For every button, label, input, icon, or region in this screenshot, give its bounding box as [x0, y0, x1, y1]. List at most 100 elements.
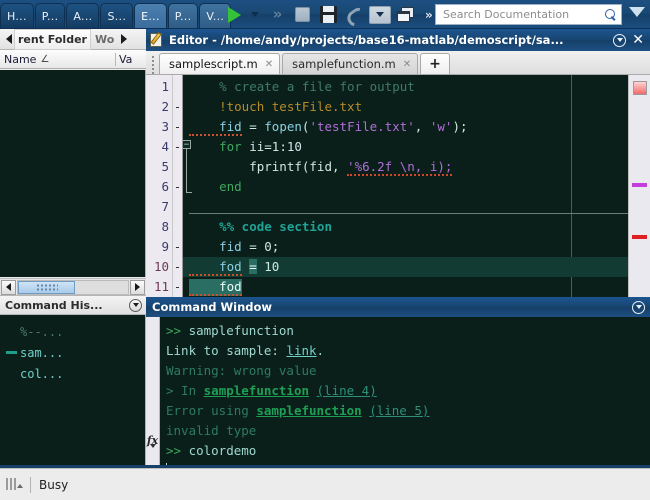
command-window-token[interactable]: link [286, 343, 316, 358]
code-line[interactable]: end [183, 177, 628, 197]
command-window-options-button[interactable] [632, 300, 645, 314]
command-history-item[interactable]: %--... [0, 321, 145, 342]
toolstrip-tab-3[interactable]: S... [100, 3, 134, 28]
breakpoint-slot[interactable]: - [173, 117, 182, 137]
code-line[interactable]: fod [183, 277, 628, 297]
code-line[interactable]: for ii=1:10 [183, 137, 628, 157]
breakpoint-slot[interactable]: - [173, 137, 182, 157]
layout-button[interactable] [393, 2, 419, 28]
editor-close-button[interactable]: ✕ [632, 33, 644, 47]
column-header-value[interactable]: Va [116, 53, 146, 66]
current-folder-file-list[interactable] [0, 70, 146, 277]
code-line[interactable]: %% code section [183, 217, 628, 237]
command-window-token: Warning: wrong value [166, 363, 317, 378]
code-line-current[interactable]: fod = 10 [183, 257, 628, 277]
toolstrip-overflow-button[interactable]: » [425, 8, 433, 22]
toolstrip-tab-5[interactable]: P... [167, 3, 199, 28]
editor-tab-1[interactable]: samplefunction.m ✕ [282, 53, 419, 74]
command-window-token[interactable]: samplefunction [204, 383, 309, 398]
line-number: 9 [161, 239, 169, 254]
command-window-token: Error using [166, 403, 257, 418]
code-line[interactable]: % create a file for output [183, 77, 628, 97]
code-analyzer-tick[interactable] [632, 183, 647, 187]
hscroll-track[interactable] [17, 279, 129, 295]
breakpoint-slot[interactable] [173, 217, 182, 237]
toolstrip-collapse-icon[interactable] [629, 7, 645, 17]
code-line[interactable]: fprintf(fid, '%6.2f \n, i); [183, 157, 628, 177]
advance-button[interactable]: » [263, 2, 289, 28]
search-documentation-box[interactable] [435, 4, 622, 25]
current-folder-hscrollbar[interactable] [0, 278, 146, 295]
editor-tab-bar: samplescript.m ✕ samplefunction.m ✕ + [146, 51, 650, 75]
breakpoint-slot[interactable]: - [173, 97, 182, 117]
command-window-output[interactable]: >> samplefunction Link to sample: link. Wa… [160, 317, 650, 477]
breakpoint-slot[interactable] [173, 197, 182, 217]
status-grip-icon[interactable] [6, 477, 23, 493]
save-button[interactable] [315, 2, 341, 28]
command-history-options-button[interactable] [129, 298, 142, 312]
stop-button[interactable] [289, 2, 315, 28]
caret-down-icon [376, 12, 384, 17]
function-browser-button[interactable]: fx [146, 429, 159, 451]
status-text: Busy [39, 477, 69, 492]
breakpoint-slot[interactable] [173, 77, 182, 97]
breakpoint-slot[interactable]: - [173, 277, 182, 297]
command-window-token[interactable]: samplefunction [256, 403, 361, 418]
tab-current-folder[interactable]: rent Folder [14, 28, 91, 50]
editor-tab-label: samplefunction.m [292, 57, 396, 71]
hscroll-left-button[interactable] [1, 279, 16, 295]
command-history-list[interactable]: %--... sam... col... [0, 315, 146, 468]
editor-new-tab-button[interactable]: + [420, 53, 450, 74]
command-history-text: %--... [20, 324, 64, 339]
search-input[interactable] [443, 8, 605, 21]
editor-breakpoint-column[interactable]: ------- [173, 75, 183, 297]
editor-code-area[interactable]: % create a file for output !touch testFi… [183, 75, 628, 297]
options-dropdown-button[interactable] [367, 2, 393, 28]
command-window-line: Link to sample: link. [166, 341, 650, 361]
toolstrip-tab-2[interactable]: A... [66, 3, 100, 28]
run-button[interactable] [221, 2, 247, 28]
command-window-token [309, 383, 317, 398]
breakpoint-slot[interactable]: - [173, 237, 182, 257]
hscroll-thumb[interactable] [18, 280, 76, 294]
undo-button[interactable] [341, 2, 367, 28]
breakpoint-slot[interactable]: - [173, 177, 182, 197]
code-line[interactable]: !touch testFile.txt [183, 97, 628, 117]
command-history-item[interactable]: sam... [0, 342, 145, 363]
code-analyzer-strip[interactable] [628, 75, 650, 347]
editor-tab-close-icon[interactable]: ✕ [403, 59, 411, 70]
fold-collapse-icon[interactable]: − [183, 140, 191, 149]
editor-tab-drag-handle[interactable] [149, 56, 157, 74]
tab-workspace[interactable]: Wo [91, 29, 118, 50]
command-window-line: >> samplefunction [166, 321, 650, 341]
editor-tab-0[interactable]: samplescript.m ✕ [159, 53, 281, 74]
code-fold-control[interactable]: − [183, 135, 197, 201]
panel-scroll-left-button[interactable] [3, 29, 14, 49]
undo-arrow-icon [346, 7, 363, 22]
command-history-item[interactable]: col... [0, 363, 145, 384]
toolstrip-tab-0[interactable]: H... [0, 3, 34, 28]
column-header-name[interactable]: Name ∠ [0, 52, 116, 66]
hscroll-right-button[interactable] [130, 279, 145, 295]
editor-options-button[interactable] [613, 33, 627, 47]
code-analyzer-summary-indicator[interactable] [633, 81, 647, 95]
breakpoint-slot[interactable]: - [173, 257, 182, 277]
breakpoint-slot[interactable] [173, 157, 182, 177]
editor-titlebar: Editor - /home/andy/projects/base16-matl… [146, 29, 650, 51]
code-line[interactable] [183, 197, 628, 217]
column-value-label: Va [119, 52, 133, 66]
code-line[interactable]: fid = fopen('testFile.txt', 'w'); [183, 117, 628, 137]
command-window-token: >> [166, 443, 189, 458]
panel-scroll-right-button[interactable] [118, 29, 129, 49]
current-folder-body [0, 70, 146, 295]
command-window-token[interactable]: (line 4) [317, 383, 377, 398]
code-analyzer-tick[interactable] [632, 235, 647, 239]
editor-tab-close-icon[interactable]: ✕ [265, 59, 273, 70]
run-dropdown-button[interactable] [247, 2, 263, 28]
current-folder-label: rent Folder [18, 32, 87, 46]
toolstrip-tab-1[interactable]: P... [34, 3, 66, 28]
command-window-token[interactable]: (line 5) [369, 403, 429, 418]
chevron-left-icon [5, 34, 12, 44]
code-line[interactable]: fid = 0; [183, 237, 628, 257]
toolstrip-tab-4[interactable]: E... [134, 3, 167, 28]
